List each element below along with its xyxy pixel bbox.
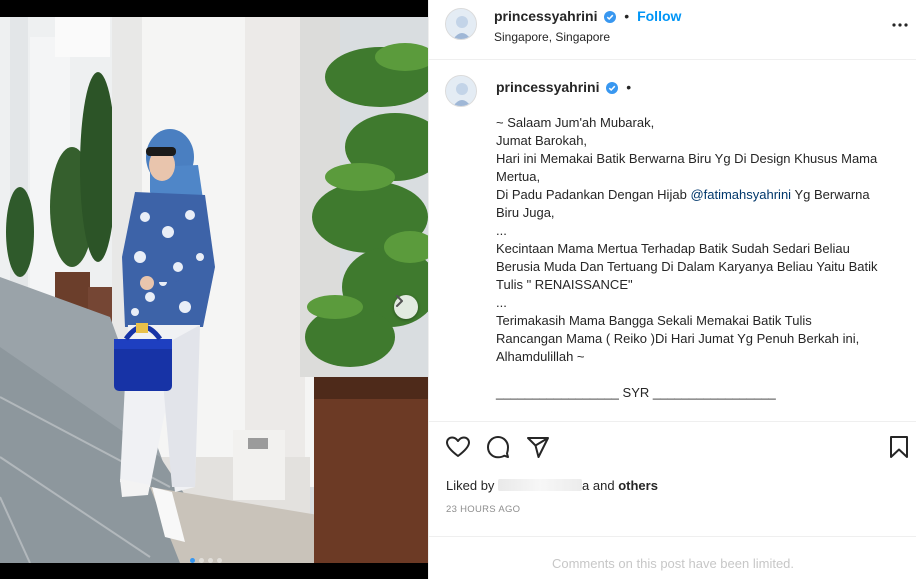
caption-line: ...: [496, 223, 507, 238]
caption-line: ~ Salaam Jum'ah Mubarak,: [496, 115, 655, 130]
caption-line: Biru Juga,: [496, 205, 555, 220]
save-button[interactable]: [889, 435, 909, 464]
caption-line: Berusia Muda Dan Tertuang Di Dalam Karya…: [496, 259, 878, 274]
caption-line: ...: [496, 295, 507, 310]
post-timestamp[interactable]: 23 HOURS AGO: [446, 504, 520, 515]
mention-link[interactable]: @fatimahsyahrini: [690, 187, 791, 202]
caption-line-mention: Di Padu Padankan Dengan Hijab @fatimahsy…: [496, 186, 906, 204]
caption-line: Tulis " RENAISSANCE": [496, 277, 633, 292]
liked-by-user-link[interactable]: [498, 479, 583, 491]
verified-badge-icon: [604, 11, 617, 23]
liked-by-suffix: a and: [582, 478, 615, 493]
caption-line: Jumat Barokah,: [496, 133, 588, 148]
caption-line: Hari ini Memakai Batik Berwarna Biru Yg …: [496, 151, 878, 166]
photo-illustration: [0, 17, 428, 563]
liked-by-prefix: Liked by: [446, 478, 495, 493]
header-username-row: princessyahrini • Follow: [494, 8, 681, 24]
caption-text-fragment: Di Padu Padankan Dengan Hijab: [496, 187, 687, 202]
comment-button[interactable]: [486, 435, 510, 464]
bookmark-icon: [890, 436, 908, 458]
caption-signature: _________________ SYR _________________: [496, 385, 776, 400]
caption-line: Mertua,: [496, 169, 541, 184]
header-separator: •: [624, 8, 630, 24]
like-button[interactable]: [445, 435, 471, 464]
comments-limited-notice: Comments on this post have been limited.: [429, 536, 916, 579]
more-options-button[interactable]: [891, 14, 909, 41]
caption-username-link[interactable]: princessyahrini: [496, 79, 600, 95]
avatar-image: [446, 76, 476, 106]
avatar[interactable]: [445, 8, 477, 40]
caption-line: Kecintaan Mama Mertua Terhadap Batik Sud…: [496, 241, 850, 256]
avatar-image: [446, 9, 476, 39]
follow-button[interactable]: Follow: [637, 8, 681, 24]
caption-text: ~ Salaam Jum'ah Mubarak, Jumat Barokah, …: [496, 114, 906, 402]
caption-text-fragment: Yg Berwarna: [794, 187, 870, 202]
caption-username-row: princessyahrini •: [496, 79, 631, 95]
caption-area: princessyahrini • ~ Salaam Jum'ah Mubara…: [429, 60, 916, 422]
comment-icon: [487, 436, 509, 459]
caption-avatar[interactable]: [445, 75, 477, 107]
post-panel: princessyahrini • Follow Singapore, Sing…: [428, 0, 916, 579]
action-bar: [445, 435, 909, 464]
caption-line: Rancangan Mama ( Reiko )Di Hari Jumat Yg…: [496, 331, 860, 346]
username-link[interactable]: princessyahrini: [494, 8, 598, 24]
post-header: princessyahrini • Follow Singapore, Sing…: [429, 0, 916, 60]
liked-by-others-link[interactable]: others: [618, 478, 658, 493]
carousel-dot: [190, 558, 195, 563]
verified-badge-icon: [606, 82, 619, 94]
paper-plane-icon: [527, 437, 549, 458]
next-photo-button[interactable]: [394, 295, 418, 319]
carousel-dots: [190, 558, 222, 563]
post-photo[interactable]: [0, 17, 428, 563]
caption-line: Terimakasih Mama Bangga Sekali Memakai B…: [496, 313, 812, 328]
carousel-dot: [217, 558, 222, 563]
caption-line: [496, 366, 906, 384]
more-options-icon: [892, 23, 908, 27]
location-link[interactable]: Singapore, Singapore: [494, 30, 610, 44]
heart-icon: [446, 436, 470, 457]
chevron-right-icon: [396, 295, 403, 307]
carousel-dot: [208, 558, 213, 563]
caption-separator: •: [626, 79, 632, 95]
caption-line: Alhamdulillah ~: [496, 349, 585, 364]
carousel-dot: [199, 558, 204, 563]
liked-by-text: Liked by a and others: [446, 478, 658, 493]
share-button[interactable]: [526, 435, 550, 464]
